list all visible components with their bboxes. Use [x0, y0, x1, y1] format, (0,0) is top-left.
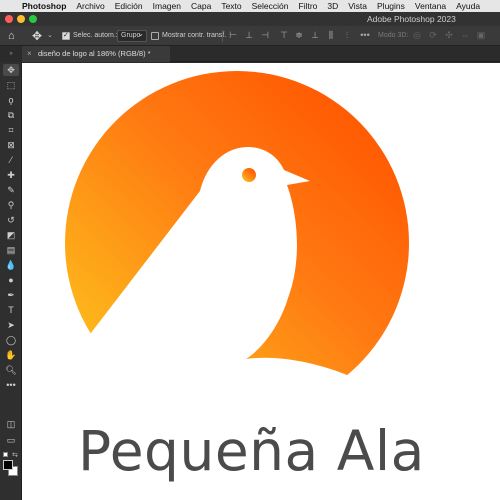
dodge-tool-icon[interactable]: ● [3, 274, 19, 286]
lasso-tool-icon[interactable]: ϙ [3, 94, 19, 106]
document-tab-title: diseño de logo al 186% (RGB/8) * [38, 49, 151, 58]
move-tool-icon[interactable]: ✥ [32, 29, 42, 43]
brush-tool-icon[interactable]: ✎ [3, 184, 19, 196]
mode-3d-label: Modo 3D: [378, 32, 409, 39]
tools-panel: ✥ ⬚ ϙ ⧉ ⌗ ⊠ ⁄ ✚ ✎ ⚲ ↺ ◩ ▤ 💧 ● ✒ T ➤ ◯ ✋ … [0, 62, 22, 500]
more-tools-icon[interactable]: ••• [3, 379, 19, 391]
window-titlebar: Adobe Photoshop 2023 [0, 12, 500, 26]
menu-3d[interactable]: 3D [322, 1, 343, 11]
type-tool-icon[interactable]: T [3, 304, 19, 316]
stamp-tool-icon[interactable]: ⚲ [3, 199, 19, 211]
frame-tool-icon[interactable]: ⊠ [3, 139, 19, 151]
swap-colors-icon[interactable]: ⇆ [12, 451, 18, 459]
menu-plugins[interactable]: Plugins [372, 1, 410, 11]
document-canvas[interactable]: Pequeña Ala [22, 63, 500, 500]
move-tool-icon[interactable]: ✥ [3, 64, 19, 76]
auto-select-label: Selec. autom.: [73, 32, 118, 39]
document-tab[interactable]: × diseño de logo al 186% (RGB/8) * [22, 46, 170, 62]
crop-tool-icon[interactable]: ⌗ [3, 124, 19, 136]
default-colors-icon[interactable] [3, 452, 8, 457]
shape-tool-icon[interactable]: ◯ [3, 334, 19, 346]
roll-3d-icon[interactable]: ⟳ [428, 30, 438, 40]
menu-capa[interactable]: Capa [186, 1, 216, 11]
healing-tool-icon[interactable]: ✚ [3, 169, 19, 181]
more-options-icon[interactable]: ••• [360, 30, 370, 40]
menu-imagen[interactable]: Imagen [148, 1, 186, 11]
menu-ayuda[interactable]: Ayuda [451, 1, 485, 11]
home-icon[interactable]: ⌂ [8, 30, 15, 42]
screen-mode-icon[interactable]: ▭ [3, 434, 19, 446]
toolbar-collapse-icon[interactable]: » [0, 46, 22, 62]
align-middle-v-icon[interactable]: ≑ [294, 30, 304, 40]
blur-tool-icon[interactable]: 💧 [3, 259, 19, 271]
brand-name-text: Pequeña Ala [78, 419, 425, 483]
foreground-color-swatch[interactable] [3, 460, 13, 470]
tool-preset-chevron-icon[interactable]: ⌄ [47, 31, 53, 39]
align-top-icon[interactable]: ⊤ [279, 30, 289, 40]
zoom-window-button[interactable] [29, 15, 37, 23]
eraser-tool-icon[interactable]: ◩ [3, 229, 19, 241]
history-brush-tool-icon[interactable]: ↺ [3, 214, 19, 226]
menu-texto[interactable]: Texto [216, 1, 246, 11]
menu-vista[interactable]: Vista [343, 1, 372, 11]
scale-3d-icon[interactable]: ▣ [476, 30, 486, 40]
bird-eye [242, 168, 256, 182]
divider [222, 30, 223, 42]
menu-archivo[interactable]: Archivo [71, 1, 109, 11]
drag-3d-icon[interactable]: ✣ [444, 30, 454, 40]
orbit-3d-icon[interactable]: ◎ [412, 30, 422, 40]
distribute-spacing-icon[interactable]: ⫶ [342, 30, 352, 40]
menu-edicion[interactable]: Edición [110, 1, 148, 11]
marquee-tool-icon[interactable]: ⬚ [3, 79, 19, 91]
close-tab-icon[interactable]: × [27, 46, 32, 62]
align-bottom-icon[interactable]: ⊥ [310, 30, 320, 40]
distribute-icon[interactable]: ⫼ [326, 30, 336, 40]
eyedropper-tool-icon[interactable]: ⁄ [3, 154, 19, 166]
align-left-icon[interactable]: ⊢ [228, 30, 238, 40]
menu-ventana[interactable]: Ventana [410, 1, 451, 11]
menu-app-photoshop[interactable]: Photoshop [20, 1, 71, 11]
show-transform-checkbox[interactable] [151, 32, 159, 40]
align-center-h-icon[interactable]: ⊥ [244, 30, 254, 40]
menu-seleccion[interactable]: Selección [247, 1, 294, 11]
hand-tool-icon[interactable]: ✋ [3, 349, 19, 361]
auto-select-mode-dropdown[interactable]: Grupo [117, 29, 147, 42]
pen-tool-icon[interactable]: ✒ [3, 289, 19, 301]
align-right-icon[interactable]: ⊣ [260, 30, 270, 40]
mac-menubar: Photoshop Archivo Edición Imagen Capa Te… [0, 0, 500, 12]
object-select-tool-icon[interactable]: ⧉ [3, 109, 19, 121]
menu-filtro[interactable]: Filtro [294, 1, 323, 11]
document-tabs: × diseño de logo al 186% (RGB/8) * [22, 46, 500, 62]
auto-select-checkbox[interactable] [62, 31, 70, 40]
gradient-tool-icon[interactable]: ▤ [3, 244, 19, 256]
quick-mask-icon[interactable]: ◫ [3, 418, 19, 430]
minimize-window-button[interactable] [17, 15, 25, 23]
path-select-tool-icon[interactable]: ➤ [3, 319, 19, 331]
window-title: Adobe Photoshop 2023 [367, 14, 456, 24]
show-transform-label: Mostrar contr. transf. [162, 32, 227, 39]
zoom-tool-icon[interactable]: 🔍︎ [3, 364, 19, 376]
options-bar: ⌂ ✥ ⌄ Selec. autom.: Grupo Mostrar contr… [0, 26, 500, 46]
slide-3d-icon[interactable]: ⇔ [460, 30, 470, 40]
close-window-button[interactable] [5, 15, 13, 23]
